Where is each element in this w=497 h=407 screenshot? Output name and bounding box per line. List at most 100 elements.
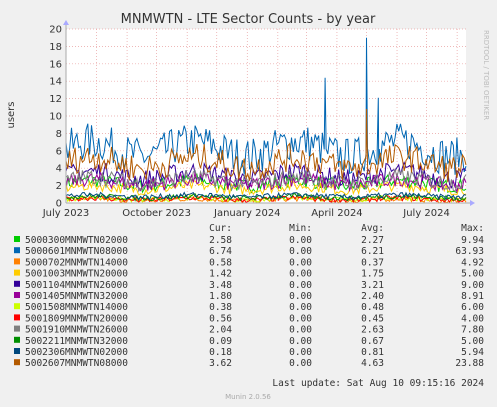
legend-value: 0.00 [289, 257, 312, 268]
legend-series-name: 5000702MNMWTN14000 [25, 257, 128, 268]
legend-value: 63.93 [455, 246, 484, 257]
legend-series-name: 5001104MNMWTN26000 [25, 280, 128, 291]
legend-header: Avg: [361, 223, 384, 234]
y-axis-arrow [63, 20, 69, 25]
y-axis-label: users [6, 101, 17, 128]
legend-value: 2.40 [361, 291, 384, 302]
legend-value: 0.00 [289, 235, 312, 246]
legend-series-name: 5001405MNMWTN32000 [25, 291, 128, 302]
legend-value: 1.42 [209, 269, 232, 280]
legend-value: 6.21 [361, 246, 384, 257]
legend-value: 23.88 [455, 358, 484, 369]
legend-series-name: 5001910MNMWTN26000 [25, 325, 128, 336]
legend-value: 0.00 [289, 347, 312, 358]
y-tick-label: 14 [49, 77, 62, 88]
legend-value: 1.75 [361, 269, 384, 280]
y-tick-label: 18 [49, 42, 62, 53]
legend: Cur: Min: Avg: Max: 5000300MNMWTN02000 2.58 0.… [14, 223, 484, 369]
legend-series-name: 5000300MNMWTN02000 [25, 235, 128, 246]
legend-value: 0.48 [361, 302, 384, 313]
legend-value: 0.37 [361, 257, 384, 268]
legend-series-name: 5001809MNMWTN20000 [25, 313, 128, 324]
legend-value: 1.80 [209, 291, 232, 302]
legend-value: 5.00 [461, 336, 484, 347]
legend-value: 6.00 [461, 302, 484, 313]
legend-value: 4.92 [461, 257, 484, 268]
x-tick-label: July 2023 [42, 208, 90, 219]
legend-value: 0.67 [361, 336, 384, 347]
x-tick-label: April 2024 [311, 208, 362, 219]
legend-value: 9.00 [461, 280, 484, 291]
legend-value: 5.94 [461, 347, 484, 358]
legend-value: 0.09 [209, 336, 232, 347]
legend-swatch [14, 314, 20, 321]
y-tick-label: 2 [56, 181, 62, 192]
legend-value: 2.58 [209, 235, 232, 246]
legend-value: 0.00 [289, 302, 312, 313]
x-tick-label: July 2024 [402, 208, 450, 219]
legend-series-name: 5002306MNMWTN02000 [25, 347, 128, 358]
legend-series-name: 5001508MNMWTN14000 [25, 302, 128, 313]
legend-series-name: 5002607MNMWTN08000 [25, 358, 128, 369]
legend-value: 4.63 [361, 358, 384, 369]
y-tick-label: 8 [56, 129, 62, 140]
legend-swatch [14, 258, 20, 265]
legend-value: 3.62 [209, 358, 232, 369]
legend-value: 0.00 [289, 291, 312, 302]
legend-value: 2.63 [361, 325, 384, 336]
chart-title: MNMWTN - LTE Sector Counts - by year [121, 12, 376, 27]
legend-header: Min: [289, 223, 312, 234]
legend-swatch [14, 292, 20, 298]
legend-value: 2.27 [361, 235, 384, 246]
legend-header: Max: [461, 223, 484, 234]
x-tick-label: January 2024 [213, 208, 281, 219]
x-axis-arrow [470, 200, 475, 206]
legend-series-name: 5001003MNMWTN20000 [25, 269, 128, 280]
legend-value: 0.00 [289, 269, 312, 280]
y-tick-label: 4 [56, 164, 62, 175]
legend-swatch [14, 359, 20, 366]
legend-swatch [14, 348, 20, 354]
last-update: Last update: Sat Aug 10 09:15:16 2024 [272, 378, 484, 389]
legend-value: 0.00 [289, 336, 312, 347]
y-tick-label: 12 [49, 94, 62, 105]
legend-value: 0.38 [209, 302, 232, 313]
legend-value: 0.00 [289, 280, 312, 291]
legend-value: 6.74 [209, 246, 232, 257]
legend-value: 4.00 [461, 313, 484, 324]
legend-value: 0.81 [361, 347, 384, 358]
legend-value: 9.94 [461, 235, 484, 246]
legend-value: 8.91 [461, 291, 484, 302]
legend-value: 0.00 [289, 246, 312, 257]
chart: MNMWTN - LTE Sector Counts - by year RRD… [6, 12, 490, 401]
legend-value: 3.21 [361, 280, 384, 291]
y-tick-label: 16 [49, 59, 62, 70]
legend-swatch [14, 325, 20, 332]
legend-swatch [14, 336, 20, 343]
legend-value: 0.00 [289, 358, 312, 369]
y-tick-label: 6 [56, 146, 62, 157]
legend-value: 0.18 [209, 347, 232, 358]
y-tick-label: 20 [49, 25, 62, 36]
legend-swatch [14, 280, 20, 287]
legend-value: 7.80 [461, 325, 484, 336]
legend-series-name: 5002211MNMWTN32000 [25, 336, 128, 347]
y-tick-label: 10 [49, 112, 62, 123]
legend-value: 0.56 [209, 313, 232, 324]
legend-value: 0.45 [361, 313, 384, 324]
legend-value: 0.00 [289, 313, 312, 324]
x-tick-label: October 2023 [122, 208, 191, 219]
legend-value: 2.04 [209, 325, 232, 336]
legend-value: 0.00 [289, 325, 312, 336]
legend-header: Cur: [209, 223, 232, 234]
rrdtool-credit: RRDTOOL / TOBI OETIKER [482, 30, 490, 120]
legend-value: 5.00 [461, 269, 484, 280]
legend-series-name: 5000601MNMWTN08000 [25, 246, 128, 257]
legend-swatch [14, 247, 20, 254]
legend-swatch [14, 269, 20, 276]
legend-swatch [14, 303, 20, 310]
munin-footer: Munin 2.0.56 [225, 393, 271, 401]
legend-value: 3.48 [209, 280, 232, 291]
legend-swatch [14, 236, 20, 242]
legend-value: 0.58 [209, 257, 232, 268]
